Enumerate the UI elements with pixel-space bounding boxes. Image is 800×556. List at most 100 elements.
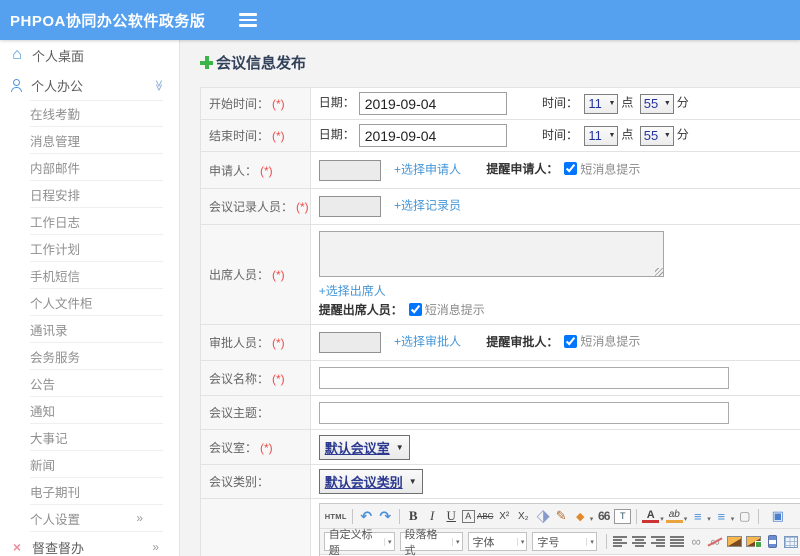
sidebar-item-online-attendance[interactable]: 在线考勤	[30, 100, 163, 127]
sidebar-item-schedule[interactable]: 日程安排	[30, 181, 163, 208]
remove-link-button[interactable]: ∞	[707, 533, 724, 551]
image-button[interactable]	[726, 533, 743, 551]
align-left-button[interactable]	[612, 533, 629, 551]
source-code-button[interactable]: HTML	[325, 507, 347, 525]
choose-recorder-link[interactable]: +选择记录员	[394, 199, 461, 213]
align-center-button[interactable]	[631, 533, 648, 551]
align-right-button[interactable]	[650, 533, 667, 551]
start-minute-select[interactable]: 55 ▼	[639, 93, 674, 114]
meeting-room-select[interactable]: 默认会议室 ▼	[318, 434, 410, 460]
caret-down-icon[interactable]: ▾	[684, 515, 688, 523]
approver-sms-checkbox[interactable]	[564, 334, 578, 348]
highlight-button[interactable]: ab	[665, 509, 683, 523]
caret-down-icon[interactable]: ▾	[660, 515, 664, 523]
required-mark: (*)	[272, 336, 285, 350]
attendees-textarea[interactable]	[318, 231, 664, 277]
font-color-button[interactable]: A	[642, 509, 660, 523]
unordered-list-button[interactable]: ≡	[713, 507, 730, 525]
meeting-subject-input[interactable]	[318, 401, 729, 424]
end-date-input[interactable]	[358, 124, 507, 147]
superscript-button[interactable]: X²	[496, 507, 513, 525]
subscript-button[interactable]: X₂	[515, 507, 532, 525]
start-hour-select[interactable]: 11 ▼	[584, 93, 619, 114]
sidebar-item-work-log[interactable]: 工作日志	[30, 208, 163, 235]
sidebar-item-personal-office[interactable]: 个人办公 ≫	[0, 70, 179, 100]
sidebar-item-personal-settings[interactable]: 个人设置 »	[30, 505, 163, 532]
recorder-input[interactable]	[318, 196, 381, 217]
font-family-select[interactable]: 字体 ▾	[467, 532, 528, 551]
sidebar: ⌂ 个人桌面 个人办公 ≫ 在线考勤 消息管理 内部邮件 日程安排 工作日志 工…	[0, 40, 180, 556]
caret-down-icon[interactable]: ▾	[590, 515, 594, 523]
remove-format-button[interactable]: ◪	[530, 504, 555, 529]
insert-image-button[interactable]	[745, 533, 762, 551]
choose-attendees-link[interactable]: +选择出席人	[319, 284, 386, 298]
sidebar-item-personal-files[interactable]: 个人文件柜	[30, 289, 163, 316]
char-border-button[interactable]: A	[461, 509, 475, 523]
paste-button[interactable]: T	[614, 508, 632, 524]
strikethrough-button[interactable]: ABC	[477, 507, 494, 525]
sidebar-item-message-management[interactable]: 消息管理	[30, 127, 163, 154]
sidebar-item-supervision[interactable]: × 督查督办 »	[0, 532, 179, 556]
form-row-content-editor: HTML ↶ ↷ B I U A ABC X² X₂ ◪ ✎ ◆ ▾ 66 T …	[200, 498, 800, 556]
field-label-cell: 出席人员： (*)	[200, 224, 311, 325]
sidebar-item-contacts[interactable]: 通讯录	[30, 316, 163, 343]
sidebar-item-e-journal[interactable]: 电子期刊	[30, 478, 163, 505]
end-minute-select[interactable]: 55 ▼	[639, 125, 674, 146]
required-mark: (*)	[272, 97, 285, 111]
approver-input[interactable]	[318, 332, 381, 353]
hamburger-menu-icon[interactable]	[239, 10, 258, 30]
new-page-button[interactable]: ▢	[736, 507, 753, 525]
media-icon	[767, 535, 777, 548]
date-label: 日期：	[318, 127, 355, 142]
quick-format-button[interactable]: ✎	[553, 507, 570, 525]
blockquote-button[interactable]: 66	[595, 507, 612, 525]
redo-button[interactable]: ↷	[377, 507, 394, 525]
sidebar-item-sms[interactable]: 手机短信	[30, 262, 163, 289]
fullscreen-button[interactable]: ▣	[769, 507, 786, 525]
caret-down-icon: ▾	[452, 537, 460, 546]
end-hour-select[interactable]: 11 ▼	[584, 125, 619, 146]
caret-down-icon[interactable]: ▾	[731, 515, 735, 523]
sidebar-item-news[interactable]: 新闻	[30, 451, 163, 478]
sidebar-item-major-events[interactable]: 大事记	[30, 424, 163, 451]
sidebar-item-announcements[interactable]: 公告	[30, 370, 163, 397]
custom-heading-select[interactable]: 自定义标题 ▾	[323, 529, 395, 556]
home-icon: ⌂	[12, 46, 22, 63]
table-button[interactable]	[783, 533, 800, 551]
sidebar-item-notices[interactable]: 通知	[30, 397, 163, 424]
sidebar-item-meeting-services[interactable]: 会务服务	[30, 343, 163, 370]
bold-button[interactable]: B	[405, 507, 422, 525]
field-value-cell: +选择出席人 提醒出席人员： 短消息提示	[309, 224, 800, 325]
choose-applicant-link[interactable]: +选择申请人	[394, 162, 461, 176]
attendees-sms-checkbox[interactable]	[408, 303, 422, 316]
field-value-cell	[309, 360, 800, 396]
meeting-name-input[interactable]	[318, 367, 729, 389]
meeting-category-select[interactable]: 默认会议类别 ▼	[318, 469, 423, 494]
insert-link-button[interactable]: ∞	[688, 533, 705, 551]
paragraph-format-select[interactable]: 段落格式 ▾	[399, 529, 463, 556]
sidebar-item-work-plan[interactable]: 工作计划	[30, 235, 163, 262]
sidebar-item-personal-desktop[interactable]: ⌂ 个人桌面	[0, 40, 179, 70]
applicant-sms-checkbox[interactable]	[564, 162, 578, 176]
supervision-icon: ×	[12, 539, 22, 555]
field-value-cell	[309, 395, 800, 430]
caret-down-icon[interactable]: ▾	[707, 515, 711, 523]
ordered-list-button[interactable]: ≡	[689, 507, 706, 525]
underline-button[interactable]: U	[443, 507, 460, 525]
field-value-cell: 默认会议类别 ▼	[309, 464, 800, 499]
required-mark: (*)	[260, 163, 273, 178]
media-button[interactable]	[764, 533, 781, 551]
form-row-meeting-room: 会议室： (*) 默认会议室 ▼	[200, 429, 800, 465]
field-label: 出席人员：	[209, 268, 270, 282]
align-justify-button[interactable]	[669, 533, 686, 551]
format-painter-button[interactable]: ◆	[572, 507, 589, 525]
sidebar-item-internal-mail[interactable]: 内部邮件	[30, 154, 163, 181]
start-date-input[interactable]	[358, 92, 507, 115]
resize-grip-icon[interactable]	[654, 268, 663, 276]
undo-button[interactable]: ↶	[358, 507, 375, 525]
italic-button[interactable]: I	[424, 507, 441, 525]
choose-approver-link[interactable]: +选择审批人	[394, 335, 461, 349]
font-size-select[interactable]: 字号 ▾	[532, 532, 597, 551]
caret-down-icon: ▾	[516, 537, 524, 546]
applicant-input[interactable]	[318, 159, 381, 181]
